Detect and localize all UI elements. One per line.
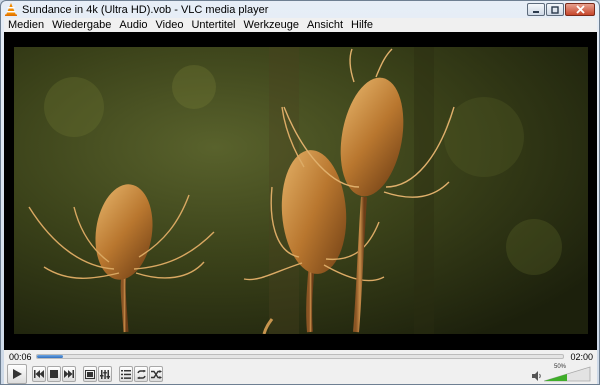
volume-triangle — [544, 366, 591, 382]
close-icon — [575, 5, 585, 14]
teasel-plants-image — [14, 47, 588, 334]
menu-wiedergabe[interactable]: Wiedergabe — [48, 18, 115, 32]
stop-button[interactable] — [47, 366, 61, 382]
extended-settings-button[interactable] — [98, 366, 112, 382]
next-button[interactable] — [62, 366, 76, 382]
menu-audio[interactable]: Audio — [115, 18, 151, 32]
speaker-icon[interactable] — [532, 371, 542, 381]
volume-slider[interactable]: 50% — [544, 364, 592, 382]
loop-icon — [136, 369, 146, 379]
vlc-cone-icon — [4, 3, 18, 17]
playlist-button[interactable] — [119, 366, 133, 382]
menu-werkzeuge[interactable]: Werkzeuge — [240, 18, 303, 32]
stop-icon — [50, 370, 58, 378]
total-time: 02:00 — [570, 352, 593, 362]
vlc-window: Sundance in 4k (Ultra HD).vob - VLC medi… — [0, 0, 600, 385]
seek-bar-fill — [37, 355, 64, 358]
menu-untertitel[interactable]: Untertitel — [187, 18, 239, 32]
close-button[interactable] — [565, 3, 595, 16]
elapsed-time: 00:06 — [9, 352, 32, 362]
minimize-icon — [533, 10, 539, 13]
video-frame — [14, 47, 588, 334]
fullscreen-icon — [85, 369, 95, 379]
menu-bar: Medien Wiedergabe Audio Video Untertitel… — [4, 18, 597, 32]
menu-hilfe[interactable]: Hilfe — [347, 18, 377, 32]
play-button[interactable] — [7, 364, 27, 384]
previous-icon — [34, 370, 44, 378]
play-icon — [13, 369, 22, 379]
window-title: Sundance in 4k (Ultra HD).vob - VLC medi… — [22, 3, 269, 16]
title-bar[interactable]: Sundance in 4k (Ultra HD).vob - VLC medi… — [1, 1, 599, 18]
shuffle-icon — [150, 369, 162, 379]
playlist-icon — [121, 369, 131, 379]
menu-medien[interactable]: Medien — [4, 18, 48, 32]
menu-ansicht[interactable]: Ansicht — [303, 18, 347, 32]
minimize-button[interactable] — [527, 3, 545, 16]
menu-video[interactable]: Video — [152, 18, 188, 32]
shuffle-button[interactable] — [149, 366, 163, 382]
loop-button[interactable] — [134, 366, 148, 382]
maximize-icon — [551, 5, 559, 14]
video-area[interactable] — [4, 32, 597, 350]
previous-button[interactable] — [32, 366, 46, 382]
equalizer-icon — [100, 369, 110, 379]
next-icon — [64, 370, 74, 378]
fullscreen-button[interactable] — [83, 366, 97, 382]
control-bar: 00:06 02:00 50% — [4, 350, 597, 384]
window-controls — [527, 3, 595, 16]
maximize-button[interactable] — [546, 3, 564, 16]
seek-bar[interactable] — [36, 354, 564, 359]
